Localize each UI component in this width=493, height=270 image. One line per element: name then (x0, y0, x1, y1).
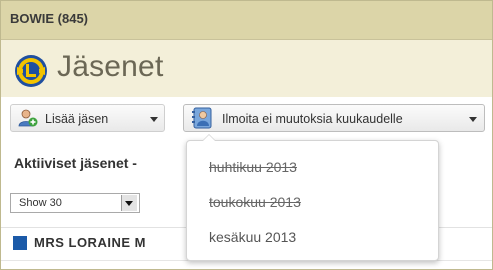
page-size-select[interactable]: Show 30 (10, 193, 140, 213)
page-header: Jäsenet (1, 40, 492, 97)
member-card-icon (192, 107, 212, 129)
menu-item-month[interactable]: kesäkuu 2013 (209, 229, 296, 245)
menu-item-month[interactable]: huhtikuu 2013 (209, 159, 297, 175)
toolbar: Lisää jäsen Ilmoita ei muutoksia kuukaud… (1, 97, 492, 143)
active-members-heading: Aktiiviset jäsenet - (14, 155, 137, 171)
add-member-label: Lisää jäsen (45, 112, 109, 126)
chevron-down-icon[interactable] (121, 195, 137, 211)
members-page: BOWIE (845) Jäsenet Lisää jäsen Ilmoita … (0, 0, 493, 270)
page-title: Jäsenet (57, 50, 164, 83)
chevron-down-icon (150, 117, 158, 122)
club-title: BOWIE (845) (10, 11, 89, 26)
report-no-changes-button[interactable]: Ilmoita ei muutoksia kuukaudelle (183, 104, 485, 132)
lions-logo-icon (15, 55, 47, 87)
menu-item-month[interactable]: toukokuu 2013 (209, 194, 301, 210)
row-checkbox[interactable] (13, 236, 27, 250)
chevron-down-icon (469, 117, 477, 122)
club-bar: BOWIE (845) (1, 1, 492, 40)
report-no-changes-label: Ilmoita ei muutoksia kuukaudelle (222, 112, 403, 126)
add-user-icon (18, 109, 38, 127)
month-dropdown-menu: huhtikuu 2013 toukokuu 2013 kesäkuu 2013 (186, 134, 439, 261)
page-size-value: Show 30 (19, 197, 62, 209)
add-member-button[interactable]: Lisää jäsen (10, 104, 165, 132)
member-name: MRS LORAINE M (34, 235, 146, 250)
